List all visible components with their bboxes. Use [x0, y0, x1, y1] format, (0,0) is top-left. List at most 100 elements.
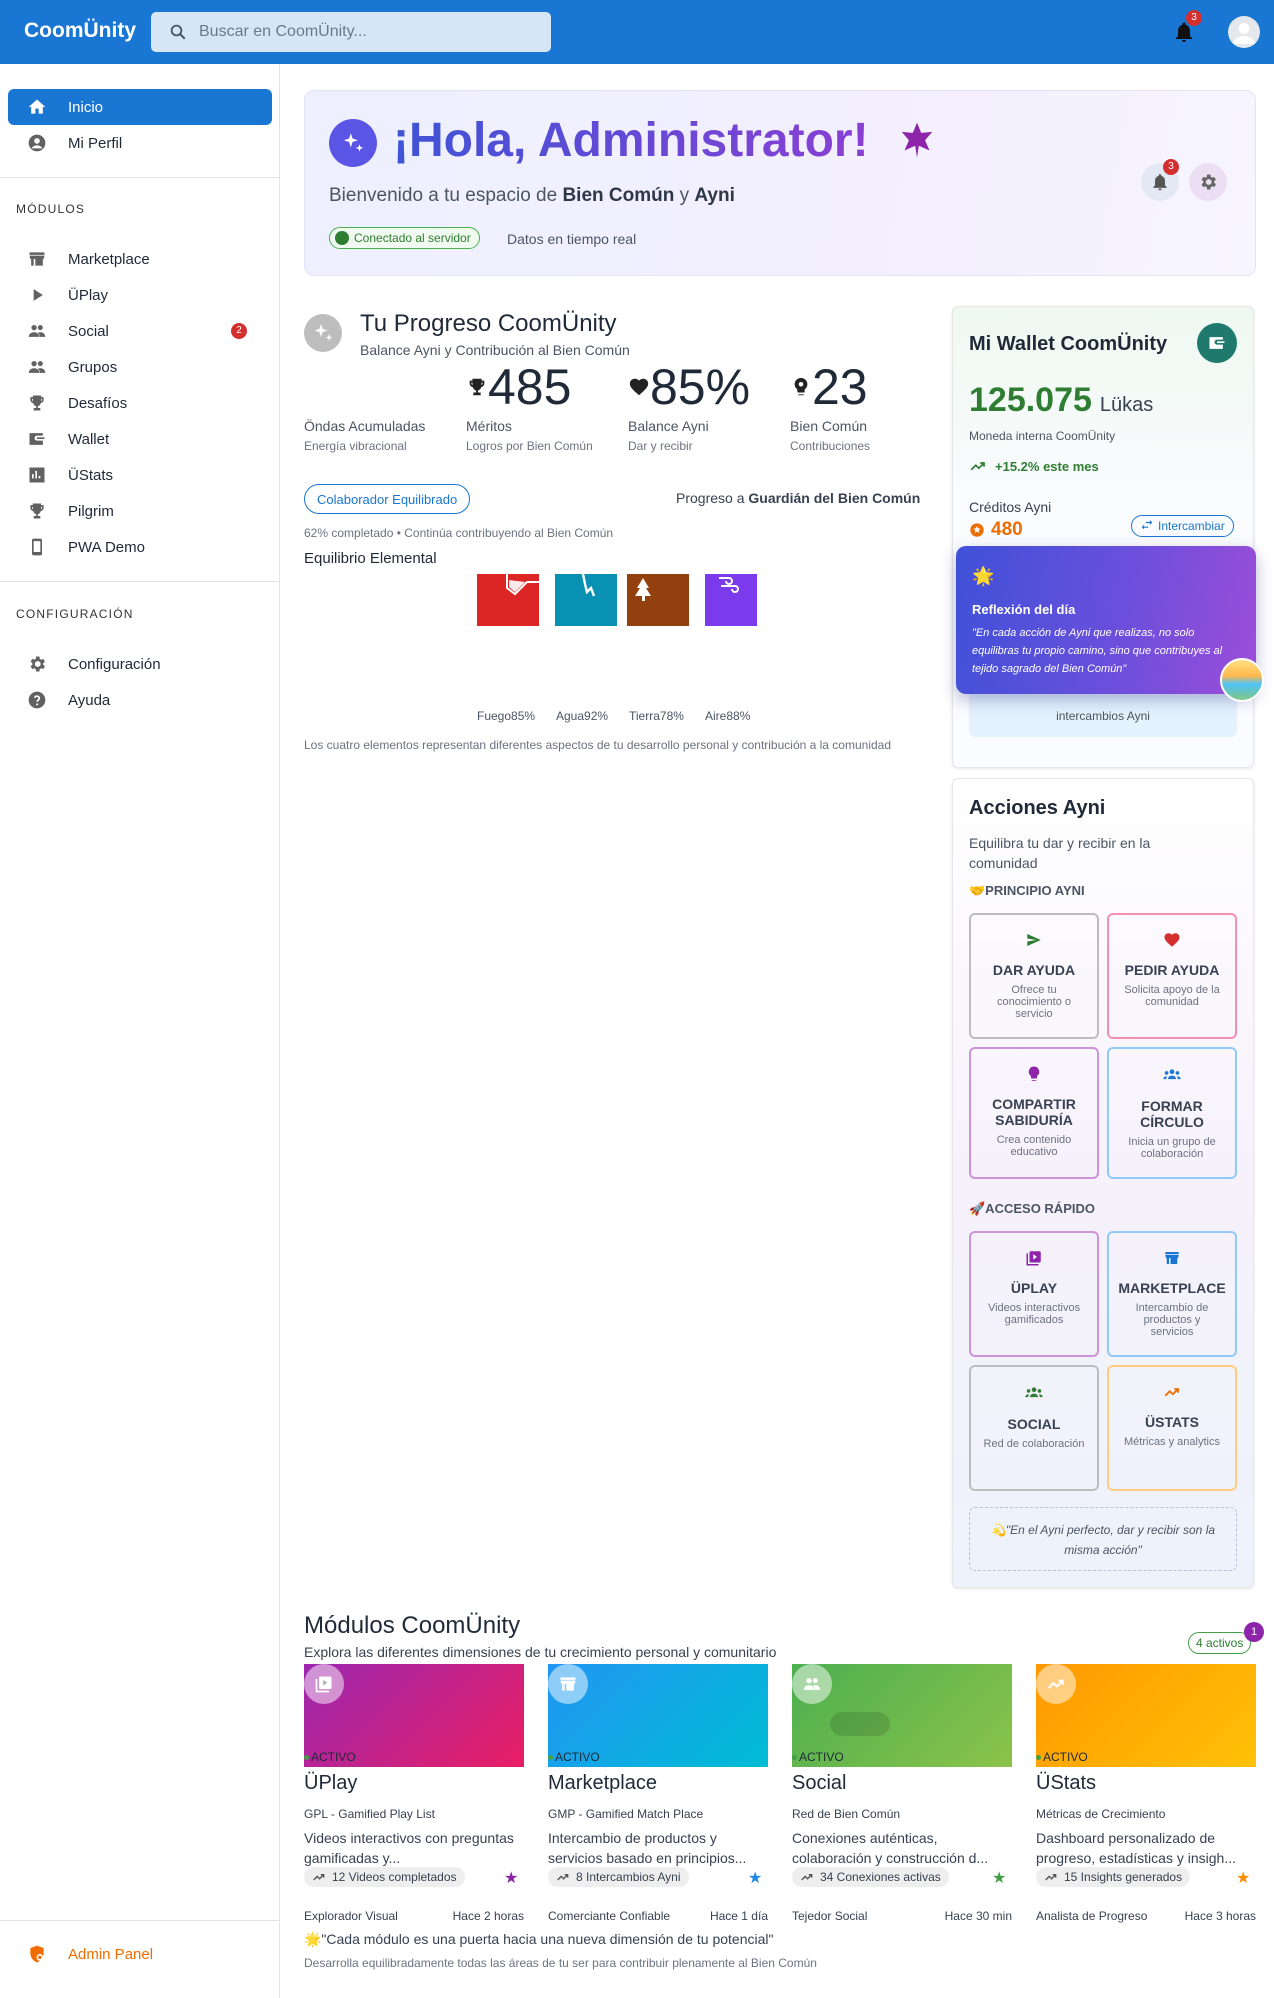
- credits-label: Créditos Ayni: [969, 499, 1052, 515]
- module-name: ÜPlay: [304, 1772, 358, 1794]
- stat-label: Öndas Acumuladas: [304, 418, 426, 434]
- sidebar-item-label: Admin Panel: [68, 1945, 154, 1963]
- pedir-ayuda-button[interactable]: PEDIR AYUDA Solicita apoyo de la comunid…: [1107, 913, 1237, 1039]
- sidebar-item-pwa-demo[interactable]: PWA Demo: [8, 529, 272, 565]
- sidebar-item-uplay[interactable]: ÜPlay: [8, 277, 272, 313]
- subtitle-text: Bienvenido a tu espacio de: [329, 185, 563, 206]
- wallet-icon-avatar[interactable]: [1197, 323, 1237, 363]
- wallet-icon: [29, 433, 45, 445]
- hero-notifications-button[interactable]: 3: [1141, 159, 1179, 201]
- star-icon[interactable]: ★: [1236, 1868, 1250, 1888]
- module-stat-chip: 12 Videos completados: [304, 1867, 465, 1887]
- quick-ustats-button[interactable]: ÜSTATS Métricas y analytics: [1107, 1365, 1237, 1491]
- acciones-ayni-card: Acciones Ayni Equilibra tu dar y recibir…: [952, 778, 1254, 1588]
- play-icon: [33, 289, 43, 301]
- page-title: ¡Hola, Administrator!: [393, 114, 869, 167]
- realtime-label: Datos en tiempo real: [507, 231, 637, 247]
- notification-count: 3: [1186, 10, 1202, 26]
- swap-icon: [1141, 520, 1153, 530]
- gear-icon: [30, 656, 45, 672]
- compartir-sabiduria-button[interactable]: COMPARTIR SABIDURÍA Crea contenido educa…: [969, 1047, 1099, 1179]
- action-title: ÜPLAY: [1010, 1280, 1058, 1296]
- active-modules-badge: 1: [1244, 1622, 1264, 1642]
- action-title: FORMAR CÍRCULO: [1140, 1098, 1204, 1130]
- sidebar-item-ayuda[interactable]: Ayuda: [8, 682, 272, 718]
- sidebar-item-marketplace[interactable]: Marketplace: [8, 241, 272, 277]
- module-stat-text: 12 Videos completados: [332, 1870, 457, 1884]
- quick-uplay-button[interactable]: ÜPLAY Videos interactivos gamificados: [969, 1231, 1099, 1357]
- sidebar-item-label: Configuración: [68, 655, 161, 673]
- welcome-subtitle: Bienvenido a tu espacio de Bien Común y …: [329, 185, 735, 207]
- reflection-title: Reflexión del día: [972, 602, 1076, 617]
- quick-social-button[interactable]: SOCIAL Red de colaboración: [969, 1365, 1099, 1491]
- sidebar-item-configuracion[interactable]: Configuración: [8, 646, 272, 682]
- acciones-title: Acciones Ayni: [969, 797, 1106, 819]
- sidebar-item-label: Desafíos: [68, 394, 128, 412]
- elements-note: Los cuatro elementos representan diferen…: [304, 738, 892, 752]
- module-banner: ACTIVO: [304, 1664, 524, 1767]
- sidebar-item-label: Social: [68, 322, 109, 340]
- star-icon[interactable]: ★: [992, 1868, 1006, 1888]
- module-status-text: ACTIVO: [311, 1750, 356, 1764]
- stat-value: 23: [812, 359, 868, 415]
- action-title: ÜSTATS: [1145, 1414, 1199, 1430]
- status-dot: [335, 231, 349, 245]
- sidebar-item-label: Marketplace: [68, 250, 150, 268]
- module-stat-text: 15 Insights generados: [1064, 1870, 1183, 1884]
- module-code: GPL - Gamified Play List: [304, 1807, 435, 1821]
- sidebar-item-label: ÜPlay: [68, 286, 109, 304]
- trophy-icon: [30, 395, 44, 411]
- app-logo[interactable]: CoomÜnity: [24, 19, 136, 43]
- sidebar-item-inicio[interactable]: Inicio: [8, 89, 272, 125]
- trending-up-icon: [970, 462, 985, 471]
- config-section-label: CONFIGURACIÓN: [16, 607, 134, 621]
- sidebar-item-label: Ayuda: [68, 691, 111, 709]
- hero-settings-button[interactable]: [1189, 163, 1227, 201]
- welcome-banner: ¡Hola, Administrator! Bienvenido a tu es…: [304, 90, 1256, 276]
- notifications-button[interactable]: 3: [1172, 10, 1202, 49]
- module-stat-chip: 15 Insights generados: [1036, 1867, 1191, 1887]
- active-modules-chip: 4 activos: [1188, 1632, 1252, 1654]
- dar-ayuda-button[interactable]: DAR AYUDA Ofrece tu conocimiento o servi…: [969, 913, 1099, 1039]
- sidebar-item-pilgrim[interactable]: Pilgrim: [8, 493, 272, 529]
- sidebar-item-mi-perfil[interactable]: Mi Perfil: [8, 125, 272, 161]
- sidebar-item-ustats[interactable]: ÜStats: [8, 457, 272, 493]
- module-name: Marketplace: [548, 1772, 657, 1794]
- people-icon: [28, 325, 46, 337]
- reflection-card[interactable]: 🌟 Reflexión del día "En cada acción de A…: [956, 546, 1264, 702]
- trophy-icon: [30, 503, 44, 519]
- sidebar-item-desafios[interactable]: Desafíos: [8, 385, 272, 421]
- stat-label: Balance Ayni: [628, 418, 709, 434]
- sidebar-item-social[interactable]: Social 2: [8, 313, 272, 349]
- sidebar-item-wallet[interactable]: Wallet: [8, 421, 272, 457]
- element-tierra: [627, 574, 689, 626]
- stat-sublabel: Dar y recibir: [628, 439, 693, 453]
- heart-icon: [629, 378, 649, 396]
- home-icon: [28, 99, 46, 114]
- formar-circulo-button[interactable]: FORMAR CÍRCULO Inicia un grupo de colabo…: [1107, 1047, 1237, 1179]
- action-desc: Red de colaboración: [983, 1438, 1085, 1450]
- lightbulb-icon: [794, 377, 808, 396]
- exchange-button[interactable]: Intercambiar: [1131, 515, 1234, 537]
- star-icon[interactable]: ★: [748, 1868, 762, 1888]
- notification-count: 3: [1163, 159, 1179, 175]
- trending-up-icon: [1045, 1873, 1057, 1881]
- stat-value-row: 485: [466, 360, 606, 414]
- module-stat-chip: 34 Conexiones activas: [792, 1867, 949, 1887]
- stat-meritos: 485 Méritos Logros por Bien Común: [466, 360, 606, 458]
- progress-title: Tu Progreso CoomÜnity: [360, 310, 617, 337]
- level-chip[interactable]: Colaborador Equilibrado: [304, 484, 471, 514]
- quick-marketplace-button[interactable]: MARKETPLACE Intercambio de productos y s…: [1107, 1231, 1237, 1357]
- send-icon: [1027, 934, 1041, 946]
- star-icon[interactable]: ★: [504, 1868, 518, 1888]
- sidebar-item-admin-panel[interactable]: Admin Panel: [8, 1936, 272, 1972]
- module-role: Comerciante Confiable: [548, 1909, 671, 1923]
- acciones-subtitle: Equilibra tu dar y recibir en la comunid…: [969, 835, 1151, 871]
- user-avatar[interactable]: [1228, 16, 1260, 48]
- module-footer: Tejedor Social Hace 30 min: [792, 1909, 1012, 1923]
- sparkle-icon: [343, 133, 364, 152]
- stat-value: 485: [488, 359, 572, 415]
- search-box[interactable]: Buscar en CoomÜnity...: [151, 12, 551, 52]
- sidebar-item-grupos[interactable]: Grupos: [8, 349, 272, 385]
- sidebar-item-label: PWA Demo: [68, 538, 145, 556]
